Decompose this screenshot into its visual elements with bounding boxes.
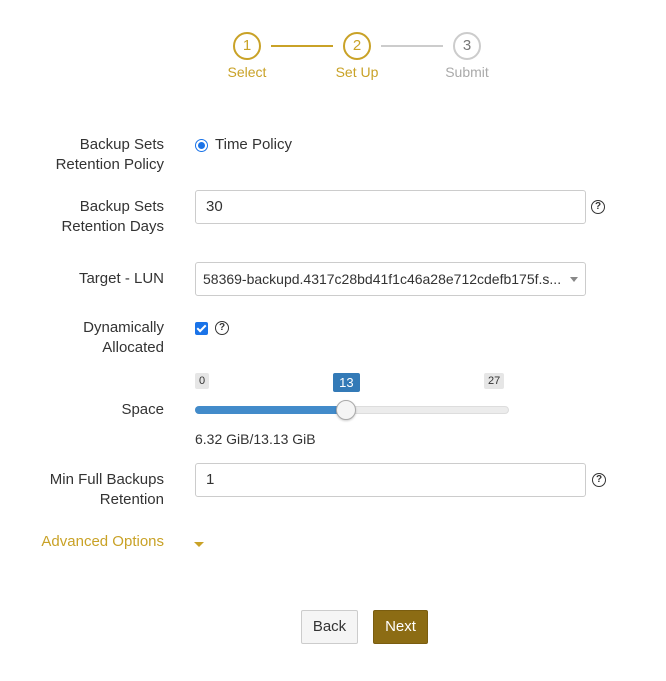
step-3-label: Submit [445,64,489,80]
min-full-backups-label-line1: Min Full Backups [49,471,164,488]
step-2-label[interactable]: Set Up [317,64,397,80]
retention-days-label-line1: Backup Sets [79,198,164,215]
time-policy-label[interactable]: Time Policy [215,136,292,154]
retention-days-label-line2: Retention Days [61,218,164,235]
min-full-backups-label: Min Full Backups Retention [4,470,164,510]
step-2-circle[interactable]: 2 [343,32,371,60]
dynamically-allocated-label-line1: Dynamically [83,319,164,336]
space-slider-thumb[interactable] [336,400,357,420]
slider-min-label: 0 [195,373,210,389]
step-1-label[interactable]: Select [207,64,287,80]
dynamically-allocated-label: Dynamically Allocated [4,318,164,358]
space-slider-fill [195,406,347,414]
retention-policy-label-line2: Retention Policy [55,156,164,173]
dynamically-allocated-checkbox[interactable] [195,322,208,335]
slider-value-label: 13 [333,373,360,392]
min-full-backups-input[interactable]: 1 [195,463,586,497]
min-full-backups-label-line2: Retention [99,491,164,508]
advanced-options-toggle[interactable]: Advanced Options [4,532,164,552]
time-policy-radio[interactable] [195,139,208,152]
target-lun-select[interactable]: 58369-backupd.4317c28bd41f1c46a28e712cde… [195,262,586,296]
retention-days-help-icon[interactable]: ? [591,200,605,214]
retention-days-label: Backup Sets Retention Days [4,197,164,237]
space-usage-text: 6.32 GiB/13.13 GiB [195,431,316,447]
step-3-circle: 3 [453,32,481,60]
dynamically-allocated-help-icon[interactable]: ? [215,321,229,335]
next-button[interactable]: Next [373,610,428,644]
dynamically-allocated-label-line2: Allocated [102,339,164,356]
back-button[interactable]: Back [301,610,358,644]
select-arrow-icon[interactable] [570,277,578,282]
step-1-circle[interactable]: 1 [233,32,261,60]
min-full-backups-help-icon[interactable]: ? [592,473,606,487]
space-label: Space [121,401,164,418]
caret-down-icon[interactable] [194,542,204,547]
step-connector-1 [271,45,333,47]
step-connector-2 [381,45,443,47]
retention-days-input[interactable]: 30 [195,190,586,224]
retention-policy-label: Backup Sets Retention Policy [4,135,164,175]
retention-policy-label-line1: Backup Sets [79,136,164,153]
slider-max-label: 27 [484,373,505,389]
target-lun-label: Target - LUN [78,270,164,287]
